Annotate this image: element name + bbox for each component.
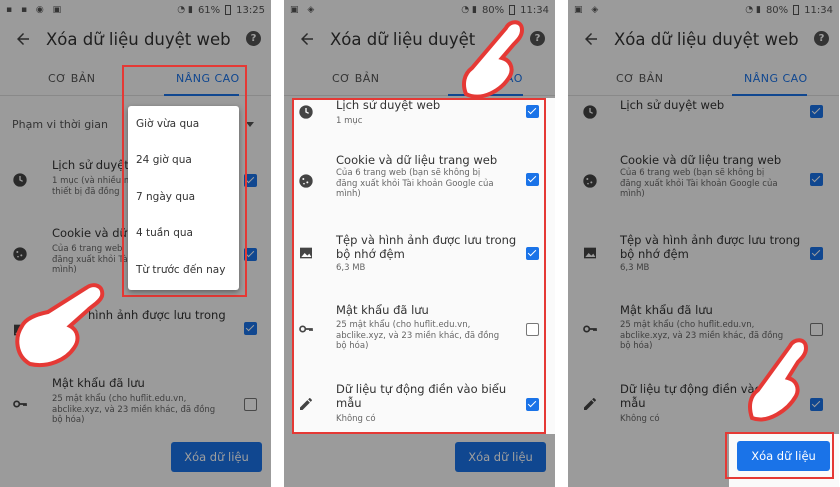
signal-icon: ◔ ▮ — [177, 5, 193, 15]
option-title: Tệp và hình ảnh được lưu trong bộ nhớ đệ… — [620, 233, 801, 261]
screen-advanced-options: ▣ ◈ ◔ ▮ 80% 11:34 Xóa dữ liệu duyệt ? CƠ… — [284, 0, 555, 487]
signal-icon: ◔ ▮ — [745, 5, 761, 15]
help-icon[interactable]: ? — [814, 31, 829, 46]
battery-level: 61% — [197, 4, 221, 16]
tab-indicator — [732, 94, 807, 96]
menu-item-all-time[interactable]: Từ trước đến nay — [136, 264, 225, 276]
battery-icon — [793, 5, 800, 15]
page-title: Xóa dữ liệu duyệt — [330, 30, 476, 49]
page-title: Xóa dữ liệu duyệt web — [614, 30, 799, 49]
option-subtitle: 25 mật khẩu (cho huflit.edu.vn, abclike.… — [52, 394, 216, 425]
pointing-hand-icon — [15, 283, 105, 367]
clock-time: 13:25 — [236, 4, 265, 16]
option-title: Mật khẩu đã lưu — [336, 303, 429, 317]
option-title: Dữ liệu tự động điền vào biểu mẫu — [336, 382, 507, 410]
option-subtitle: Không có — [336, 414, 376, 424]
time-range-label[interactable]: Phạm vi thời gian — [12, 118, 108, 131]
menu-item-last-hour[interactable]: Giờ vừa qua — [136, 118, 199, 130]
cookie-icon — [13, 247, 27, 261]
pencil-icon — [300, 398, 312, 410]
notification-icons: ▣ ◈ — [574, 5, 602, 15]
pencil-icon — [584, 398, 596, 410]
notification-icons: ▪ ▪ ◉ ▣ — [6, 5, 65, 15]
option-title: Cookie và dữ liệu trang web — [620, 153, 782, 167]
screen-clear-confirm: ▣ ◈ ◔ ▮ 80% 11:34 Xóa dữ liệu duyệt web … — [568, 0, 839, 487]
option-title: Mật khẩu đã lưu — [52, 376, 145, 390]
back-arrow-icon[interactable] — [14, 30, 32, 48]
dim-overlay-left — [568, 434, 729, 487]
clock-icon — [299, 105, 313, 119]
tab-basic[interactable]: CƠ BẢN — [48, 72, 96, 85]
menu-item-last-7d[interactable]: 7 ngày qua — [136, 191, 195, 203]
clear-data-button[interactable]: Xóa dữ liệu — [737, 441, 830, 471]
back-arrow-icon[interactable] — [298, 30, 316, 48]
option-title: Lịch sử duyệt web — [336, 98, 441, 112]
back-arrow-icon[interactable] — [582, 30, 600, 48]
status-bar: ▣ ◈ ◔ ▮ 80% 11:34 — [568, 0, 839, 20]
clock-icon — [583, 105, 597, 119]
menu-item-last-24h[interactable]: 24 giờ qua — [136, 154, 192, 166]
option-title: Lịch sử duyệt web — [620, 98, 725, 112]
clock-time: 11:34 — [804, 4, 833, 16]
checkbox-history[interactable] — [810, 105, 823, 118]
image-icon — [584, 247, 596, 259]
option-subtitle: 6,3 MB — [336, 263, 366, 273]
option-subtitle: Của 6 trang web (bạn sẽ không bị đăng xu… — [336, 168, 494, 199]
checkbox-cache[interactable] — [244, 322, 257, 335]
key-icon — [13, 400, 27, 408]
option-title: Tệp và hình ảnh được lưu trong bộ nhớ đệ… — [336, 233, 517, 261]
cookie-icon — [583, 174, 597, 188]
battery-level: 80% — [765, 4, 789, 16]
option-title: Cookie và dữ liệu trang web — [336, 153, 498, 167]
option-subtitle: 6,3 MB — [620, 263, 650, 273]
checkbox-cache[interactable] — [810, 247, 823, 260]
notification-icons: ▣ ◈ — [290, 5, 318, 15]
menu-item-last-4w[interactable]: 4 tuần qua — [136, 227, 193, 239]
checkbox-cookies[interactable] — [526, 173, 539, 186]
battery-icon — [225, 5, 232, 15]
key-icon — [299, 325, 313, 333]
dropdown-caret-icon[interactable] — [246, 122, 254, 127]
option-subtitle: 25 mật khẩu (cho huflit.edu.vn, abclike.… — [336, 320, 500, 351]
clear-data-button[interactable]: Xóa dữ liệu — [455, 442, 546, 472]
image-icon — [300, 247, 312, 259]
checkbox-passwords[interactable] — [526, 323, 539, 336]
checkbox-cookies[interactable] — [810, 173, 823, 186]
time-range-menu: Giờ vừa qua 24 giờ qua 7 ngày qua 4 tuần… — [128, 106, 239, 290]
cookie-icon — [299, 174, 313, 188]
option-subtitle: Của 6 trang web (bạn sẽ không bị đăng xu… — [620, 168, 778, 199]
checkbox-autofill[interactable] — [526, 398, 539, 411]
status-bar: ▪ ▪ ◉ ▣ ◔ ▮ 61% 13:25 — [0, 0, 271, 20]
checkbox-passwords[interactable] — [244, 398, 257, 411]
option-title: Mật khẩu đã lưu — [620, 303, 713, 317]
clear-data-button[interactable]: Xóa dữ liệu — [171, 442, 262, 472]
page-title: Xóa dữ liệu duyệt web — [46, 30, 231, 49]
clock-icon — [13, 173, 27, 187]
key-icon — [583, 325, 597, 333]
pointing-hand-icon — [748, 338, 809, 422]
help-icon[interactable]: ? — [246, 31, 261, 46]
checkbox-history[interactable] — [526, 105, 539, 118]
screen-time-range-menu: ▪ ▪ ◉ ▣ ◔ ▮ 61% 13:25 Xóa dữ liệu duyệt … — [0, 0, 271, 487]
option-subtitle: 1 mục — [336, 116, 363, 126]
tab-basic[interactable]: CƠ BẢN — [616, 72, 664, 85]
tab-bar: CƠ BẢN NÂNG CAO — [568, 62, 839, 96]
dim-overlay-left — [284, 98, 292, 434]
tab-advanced[interactable]: NÂNG CAO — [744, 72, 808, 85]
checkbox-cache[interactable] — [526, 247, 539, 260]
tab-basic[interactable]: CƠ BẢN — [332, 72, 380, 85]
pointing-hand-icon — [462, 20, 525, 99]
